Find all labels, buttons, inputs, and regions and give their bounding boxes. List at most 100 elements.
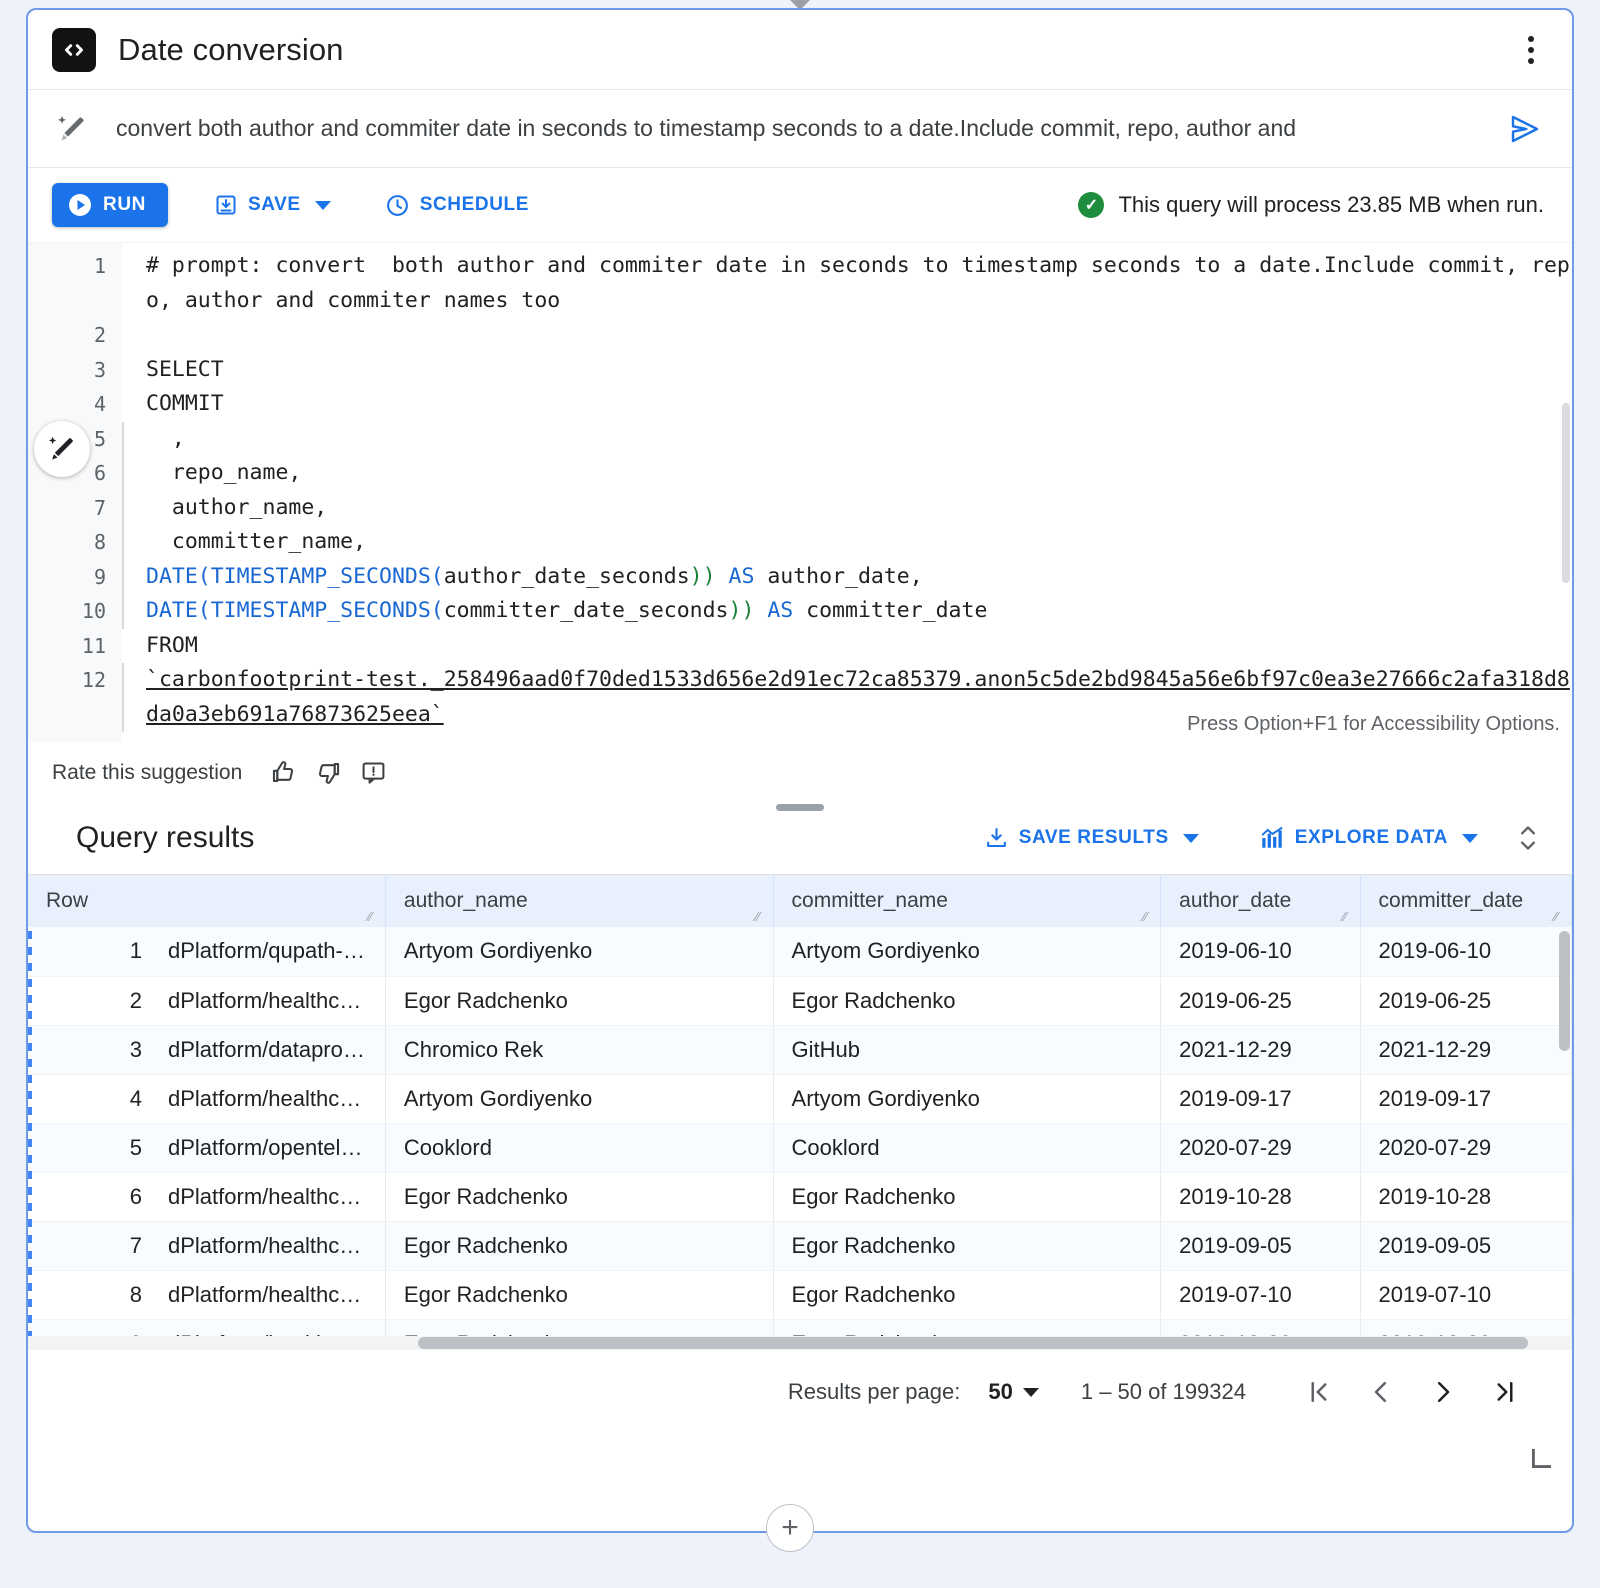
previous-page-icon[interactable]	[1350, 1377, 1412, 1407]
clock-icon	[386, 194, 408, 216]
results-table-body: 1 dPlatform/qupath-… Artyom Gordiyenko Ar…	[28, 927, 1572, 1350]
results-table-container[interactable]: Row ⁄⁄ author_name ⁄⁄ committer_name ⁄⁄ aut…	[28, 874, 1572, 1350]
thumb-down-icon[interactable]	[315, 759, 342, 786]
table-row[interactable]: 2 dPlatform/healthca… Egor Radchenko Egor…	[28, 976, 1572, 1026]
cell-committer-date: 2019-06-10	[1360, 927, 1572, 977]
cell-committer-name: Egor Radchenko	[773, 1172, 1162, 1222]
cell-committer-date: 2021-12-29	[1360, 1025, 1572, 1075]
code-text: FROM	[146, 632, 198, 658]
cell-author-name: Egor Radchenko	[385, 976, 774, 1026]
table-row[interactable]: 8 dPlatform/healthca… Egor Radchenko Egor…	[28, 1270, 1572, 1320]
pagination-bar: Results per page: 50 1 – 50 of 199324	[28, 1350, 1572, 1434]
run-button[interactable]: RUN	[52, 183, 168, 227]
cell-committer-name: Egor Radchenko	[773, 976, 1162, 1026]
code-text: author_name,	[146, 494, 328, 520]
chevron-down-icon	[1462, 833, 1478, 843]
panel-resize-grip[interactable]	[776, 804, 824, 811]
code-text: DATE(TIMESTAMP_SECONDS(author_date_secon…	[146, 560, 1572, 595]
sql-code[interactable]: 1 # prompt: convert both author and comm…	[28, 243, 1572, 732]
results-per-page-label: Results per page:	[787, 1379, 961, 1404]
results-table-head: Row ⁄⁄ author_name ⁄⁄ committer_name ⁄⁄ aut…	[28, 875, 1572, 927]
code-line-7: 7 author_name,	[28, 490, 1572, 525]
query-results-header: Query results SAVE RESULTS EXPLORE DATA	[28, 802, 1572, 874]
row-index: 7	[129, 1232, 142, 1258]
column-resize-handle[interactable]: ⁄⁄	[1554, 910, 1566, 923]
report-comment-icon[interactable]	[360, 759, 387, 786]
indent-guide	[122, 353, 124, 388]
code-text: DATE(TIMESTAMP_SECONDS(committer_date_se…	[146, 594, 1572, 629]
code-line-6: 6 repo_name,	[28, 456, 1572, 491]
cell-repo-name: dPlatform/healthca…	[168, 1183, 367, 1209]
schedule-button[interactable]: SCHEDULE	[377, 183, 537, 227]
first-page-icon[interactable]	[1288, 1377, 1350, 1407]
indent-guide	[122, 421, 124, 456]
column-resize-handle[interactable]: ⁄⁄	[1343, 910, 1355, 923]
table-row[interactable]: 6 dPlatform/healthca… Egor Radchenko Egor…	[28, 1172, 1572, 1222]
column-resize-handle[interactable]: ⁄⁄	[756, 910, 768, 923]
save-button[interactable]: SAVE	[206, 183, 339, 227]
cell-author-date: 2019-09-17	[1160, 1074, 1361, 1124]
cell-committer-name: Artyom Gordiyenko	[773, 1074, 1162, 1124]
save-button-label: SAVE	[247, 194, 301, 215]
add-cell-label: +	[781, 1511, 799, 1544]
table-horizontal-scrollbar-track[interactable]	[28, 1336, 1572, 1350]
column-header-author-date[interactable]: author_date ⁄⁄	[1160, 875, 1361, 927]
code-as: AS	[754, 598, 807, 623]
column-resize-handle[interactable]: ⁄⁄	[368, 910, 380, 923]
kebab-menu-icon[interactable]	[1516, 33, 1546, 67]
accessibility-hint: Press Option+F1 for Accessibility Option…	[1187, 713, 1560, 735]
sql-editor[interactable]: 1 # prompt: convert both author and comm…	[28, 242, 1572, 742]
rate-suggestion-bar: Rate this suggestion	[28, 742, 1572, 802]
table-row[interactable]: 4 dPlatform/healthca… Artyom Gordiyenko A…	[28, 1074, 1572, 1124]
line-number: 4	[93, 392, 106, 416]
row-index: 3	[129, 1036, 142, 1062]
row-index: 1	[129, 938, 142, 964]
send-icon[interactable]	[1502, 113, 1548, 145]
table-row[interactable]: 3 dPlatform/datapro… Chromico Rek GitHub …	[28, 1025, 1572, 1075]
table-row[interactable]: 5 dPlatform/opentele… Cooklord Cooklord 2…	[28, 1123, 1572, 1173]
column-header-author-name[interactable]: author_name ⁄⁄	[385, 875, 774, 927]
cell-author-date: 2019-06-10	[1160, 927, 1361, 977]
save-results-button[interactable]: SAVE RESULTS	[976, 816, 1207, 860]
screen: Date conversion convert both author and …	[0, 0, 1600, 1588]
column-header-committer-name[interactable]: committer_name ⁄⁄	[773, 875, 1162, 927]
inline-magic-wand-icon[interactable]	[34, 421, 90, 477]
expand-collapse-icon[interactable]	[1514, 821, 1542, 855]
results-table: Row ⁄⁄ author_name ⁄⁄ committer_name ⁄⁄ aut…	[28, 875, 1572, 1350]
results-per-page-select[interactable]: 50	[988, 1379, 1039, 1405]
cell-row: 3 dPlatform/datapro…	[28, 1025, 386, 1075]
cell-author-name: Egor Radchenko	[385, 1172, 774, 1222]
cell-committer-date: 2019-09-05	[1360, 1221, 1572, 1271]
code-fn: DATE(TIMESTAMP_SECONDS(	[146, 598, 444, 623]
page-title: Date conversion	[118, 31, 344, 67]
table-row[interactable]: 7 dPlatform/healthca… Egor Radchenko Egor…	[28, 1221, 1572, 1271]
prompt-input[interactable]: convert both author and commiter date in…	[116, 115, 1502, 142]
column-resize-handle[interactable]: ⁄⁄	[1143, 910, 1155, 923]
schedule-button-label: SCHEDULE	[419, 194, 530, 215]
add-cell-button[interactable]: +	[766, 1504, 814, 1552]
query-editor-panel: Date conversion convert both author and …	[26, 8, 1574, 1533]
cell-committer-date: 2020-07-29	[1360, 1123, 1572, 1173]
code-line-5: 5 ,	[28, 421, 1572, 456]
code-arg: committer_date_seconds	[443, 598, 729, 623]
row-index: 6	[129, 1183, 142, 1209]
thumb-up-icon[interactable]	[270, 759, 297, 786]
table-horizontal-scrollbar-thumb[interactable]	[418, 1337, 1528, 1349]
next-page-icon[interactable]	[1412, 1377, 1474, 1407]
cell-committer-name: Egor Radchenko	[773, 1270, 1162, 1320]
column-label: author_name	[403, 889, 528, 912]
code-text: COMMIT	[146, 391, 224, 416]
title-bar: Date conversion	[28, 10, 1572, 90]
code-close-paren: ))	[689, 563, 716, 589]
check-circle-icon: ✓	[1078, 192, 1105, 218]
last-page-icon[interactable]	[1474, 1377, 1536, 1407]
column-header-row[interactable]: Row ⁄⁄	[28, 875, 386, 927]
explore-data-button[interactable]: EXPLORE DATA	[1251, 816, 1486, 860]
column-header-committer-date[interactable]: committer_date ⁄⁄	[1360, 875, 1572, 927]
prompt-bar: convert both author and commiter date in…	[28, 90, 1572, 168]
table-vertical-scrollbar[interactable]	[1559, 931, 1570, 1051]
table-row[interactable]: 1 dPlatform/qupath-… Artyom Gordiyenko Ar…	[28, 927, 1572, 977]
chevron-down-icon	[1182, 833, 1199, 843]
cell-author-date: 2019-06-25	[1160, 976, 1361, 1026]
resize-corner-icon[interactable]	[1528, 1446, 1554, 1472]
